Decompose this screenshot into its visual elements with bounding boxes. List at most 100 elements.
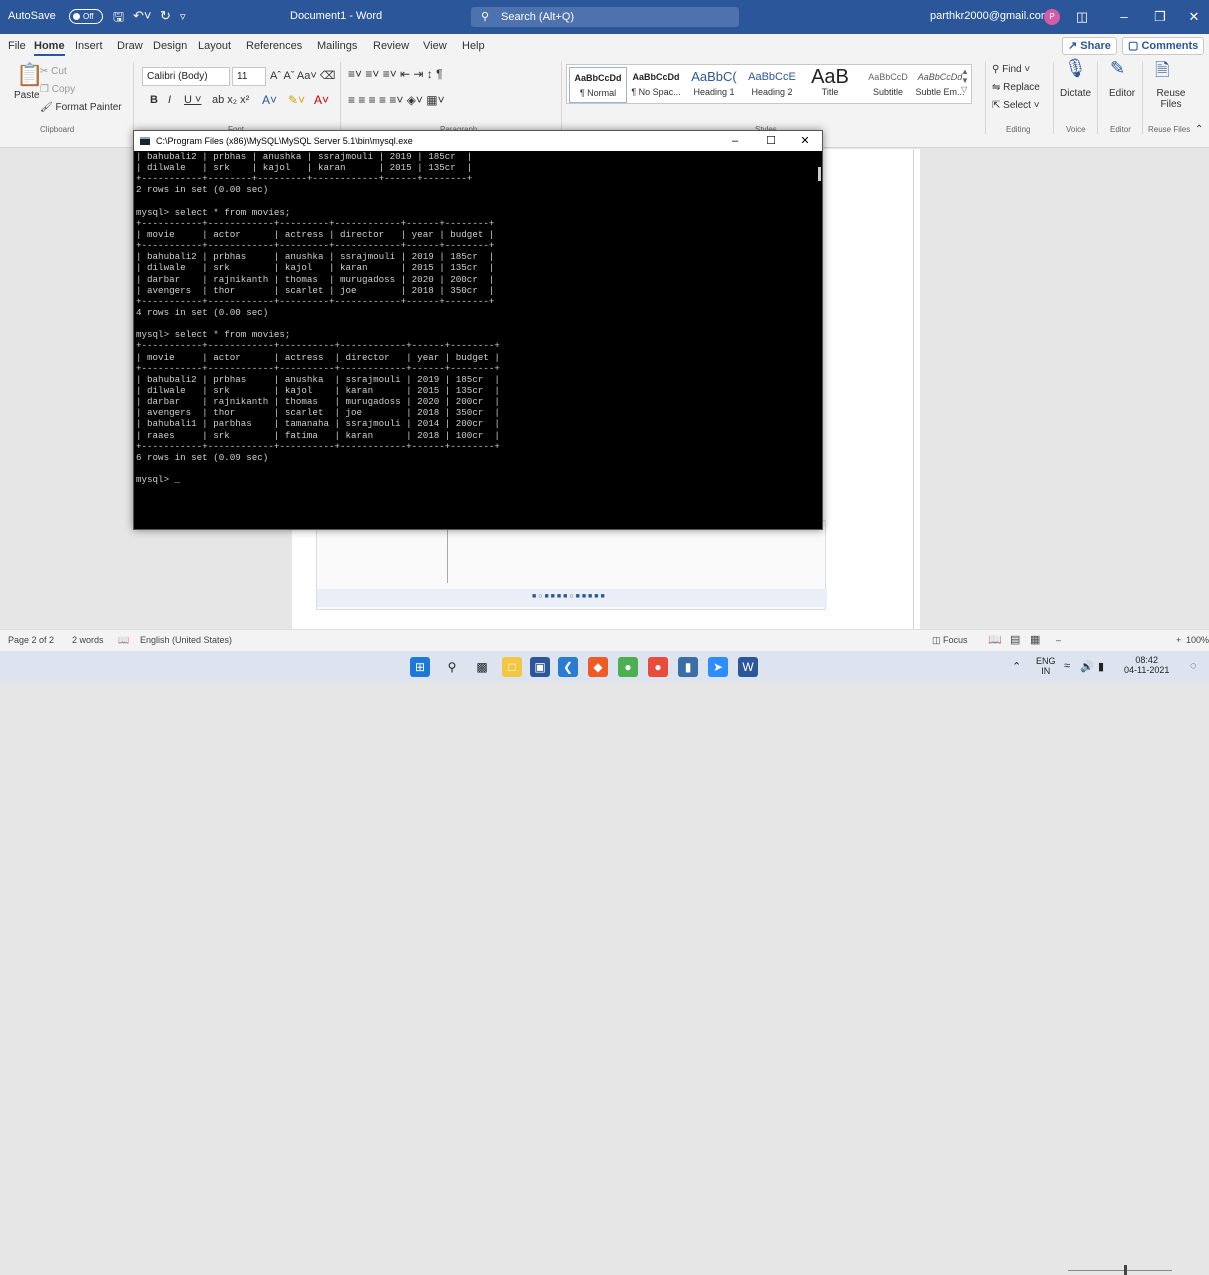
input-language[interactable]: ENG IN — [1036, 656, 1056, 676]
close-button[interactable]: ✕ — [1180, 6, 1208, 28]
menu-draw[interactable]: Draw — [117, 40, 143, 52]
web-layout-icon[interactable]: ▦ — [1030, 633, 1040, 646]
comments-button[interactable]: ▢ Comments — [1122, 37, 1205, 55]
comments-label: Comments — [1141, 40, 1199, 52]
chrome-icon[interactable]: ● — [618, 657, 638, 677]
bullets-icon[interactable]: ≡˅ ≡˅ ≡˅ ⇤ ⇥ ↕ ¶ — [348, 67, 443, 81]
menu-insert[interactable]: Insert — [75, 40, 103, 52]
word-count[interactable]: 2 words — [72, 635, 104, 645]
battery-icon[interactable]: ▮ — [1098, 660, 1104, 673]
region-code: IN — [1041, 666, 1051, 676]
save-icon[interactable]: 🖫 — [113, 8, 124, 30]
customize-qat-icon[interactable]: ▿ — [180, 10, 186, 23]
read-mode-icon[interactable]: 📖 — [988, 633, 1002, 646]
menu-home[interactable]: Home — [34, 40, 65, 56]
cut-button[interactable]: ✂ Cut — [40, 66, 67, 77]
minimize-button[interactable]: – — [1110, 6, 1138, 28]
proofing-icon[interactable]: 📖 — [118, 635, 129, 646]
italic-icon[interactable]: I — [168, 94, 171, 106]
font-name-select[interactable]: Calibri (Body) — [142, 67, 230, 86]
notifications-icon[interactable]: ◌ — [1190, 660, 1197, 672]
console-minimize-button[interactable]: – — [718, 131, 752, 151]
search-box[interactable]: ⚲ Search (Alt+Q) — [471, 7, 739, 27]
menu-design[interactable]: Design — [153, 40, 187, 52]
console-output[interactable]: | bahubali2 | prbhas | anushka | ssrajmo… — [134, 151, 814, 529]
styles-more-icon[interactable]: ▲ ▼ ▽ — [961, 67, 969, 94]
share-button[interactable]: ↗ Share — [1062, 37, 1117, 55]
menu-help[interactable]: Help — [462, 40, 485, 52]
microphone-icon[interactable]: 🎙 — [1064, 58, 1087, 79]
menu-view[interactable]: View — [423, 40, 447, 52]
grow-font-icon[interactable]: Aˆ Aˇ Aa˅ ⌫ — [270, 69, 335, 82]
tray-expand-icon[interactable]: ⌃ — [1012, 660, 1021, 673]
undo-icon[interactable]: ↶˅ — [133, 8, 151, 24]
zoom-in-icon[interactable]: + — [1176, 635, 1181, 645]
menu-mailings[interactable]: Mailings — [317, 40, 357, 52]
zoom-slider-thumb[interactable] — [1124, 1265, 1127, 1275]
select-button[interactable]: ⇱ Select ˅ — [992, 100, 1040, 111]
console-scrollbar[interactable] — [818, 167, 821, 181]
task-view-icon[interactable]: ▩ — [472, 657, 492, 677]
align-icon[interactable]: ≡ ≡ ≡ ≡ ≡˅ ◈˅ ▦˅ — [348, 93, 445, 107]
console-line: mysql> select * from movies; — [136, 206, 291, 218]
wifi-icon[interactable]: ≈ — [1064, 660, 1070, 672]
editor-icon[interactable]: ✎ — [1110, 58, 1125, 79]
focus-button[interactable]: ◫ Focus — [932, 635, 968, 646]
volume-icon[interactable]: 🔊 — [1080, 660, 1094, 673]
style-title[interactable]: AaB Title — [801, 67, 859, 103]
reuse-files-icon[interactable]: 🗎 — [1155, 58, 1169, 88]
page-count[interactable]: Page 2 of 2 — [8, 635, 54, 645]
redo-icon[interactable]: ↻ — [160, 8, 171, 24]
browser-icon[interactable]: ● — [648, 657, 668, 677]
word-taskbar-icon[interactable]: W — [738, 657, 758, 677]
clock[interactable]: 08:42 04-11-2021 — [1124, 655, 1169, 675]
text-effects-icon[interactable]: A˅ — [262, 93, 277, 107]
collapse-ribbon-icon[interactable]: ⌃ — [1195, 124, 1203, 135]
style-heading-1[interactable]: AaBbC(Heading 1 — [685, 67, 743, 103]
zoom-out-icon[interactable]: – — [1056, 635, 1061, 645]
highlight-icon[interactable]: ✎˅ — [288, 93, 305, 107]
restore-button[interactable]: ❐ — [1146, 6, 1174, 28]
avatar[interactable]: P — [1044, 9, 1060, 25]
zoom-slider[interactable] — [1068, 1270, 1172, 1271]
find-button[interactable]: ⚲ Find ˅ — [992, 64, 1030, 75]
console-taskbar-icon[interactable]: ▮ — [678, 657, 698, 677]
language-indicator[interactable]: English (United States) — [140, 635, 232, 645]
brave-icon[interactable]: ◆ — [588, 657, 608, 677]
font-color-icon[interactable]: A˅ — [314, 93, 329, 107]
autosave-toggle[interactable]: Off — [69, 9, 103, 24]
font-size-select[interactable]: 11 — [232, 67, 266, 86]
paste-button[interactable]: Paste — [14, 90, 40, 101]
replace-button[interactable]: ⇋ Replace — [992, 82, 1040, 93]
messenger-icon[interactable]: ➤ — [708, 657, 728, 677]
file-explorer-icon[interactable]: □ — [502, 657, 522, 677]
ribbon-display-icon[interactable]: ◫ — [1068, 6, 1096, 28]
embedded-screenshot[interactable]: ■○■■■■○■■■■■ — [316, 520, 827, 610]
console-maximize-button[interactable]: ☐ — [754, 131, 788, 151]
print-layout-icon[interactable]: ▤ — [1010, 633, 1020, 646]
vscode-icon[interactable]: ❮ — [558, 657, 578, 677]
bold-icon[interactable]: B — [150, 94, 158, 106]
style-normal[interactable]: AaBbCcDd ¶ Normal — [569, 67, 627, 103]
console-close-button[interactable]: ✕ — [788, 131, 822, 151]
mysql-console-window[interactable]: C:\Program Files (x86)\MySQL\MySQL Serve… — [133, 130, 823, 530]
menu-review[interactable]: Review — [373, 40, 409, 52]
strikethrough-icon[interactable]: ab x₂ x² — [212, 94, 249, 106]
style-subtitle[interactable]: AaBbCcD Subtitle — [859, 67, 917, 103]
reuse-files-button[interactable]: Reuse Files — [1153, 88, 1189, 110]
dictate-button[interactable]: Dictate — [1060, 88, 1091, 99]
underline-icon[interactable]: U ˅ — [184, 94, 201, 106]
account-email[interactable]: parthkr2000@gmail.com — [930, 10, 1050, 22]
editor-button[interactable]: Editor — [1109, 88, 1135, 99]
zoom-level[interactable]: 100% — [1186, 635, 1209, 645]
format-painter-button[interactable]: 🖌 Format Painter — [40, 102, 122, 113]
windows-start-icon[interactable]: ⊞ — [410, 657, 430, 677]
menu-references[interactable]: References — [246, 40, 302, 52]
menu-layout[interactable]: Layout — [198, 40, 231, 52]
copy-button[interactable]: ❐ Copy — [40, 84, 75, 95]
style-no-spacing[interactable]: AaBbCcDd ¶ No Spac... — [627, 67, 685, 103]
style-heading-2[interactable]: AaBbCcE Heading 2 — [743, 67, 801, 103]
store-icon[interactable]: ▣ — [530, 657, 550, 677]
menu-file[interactable]: File — [8, 40, 26, 52]
search-icon[interactable]: ⚲ — [442, 657, 462, 677]
